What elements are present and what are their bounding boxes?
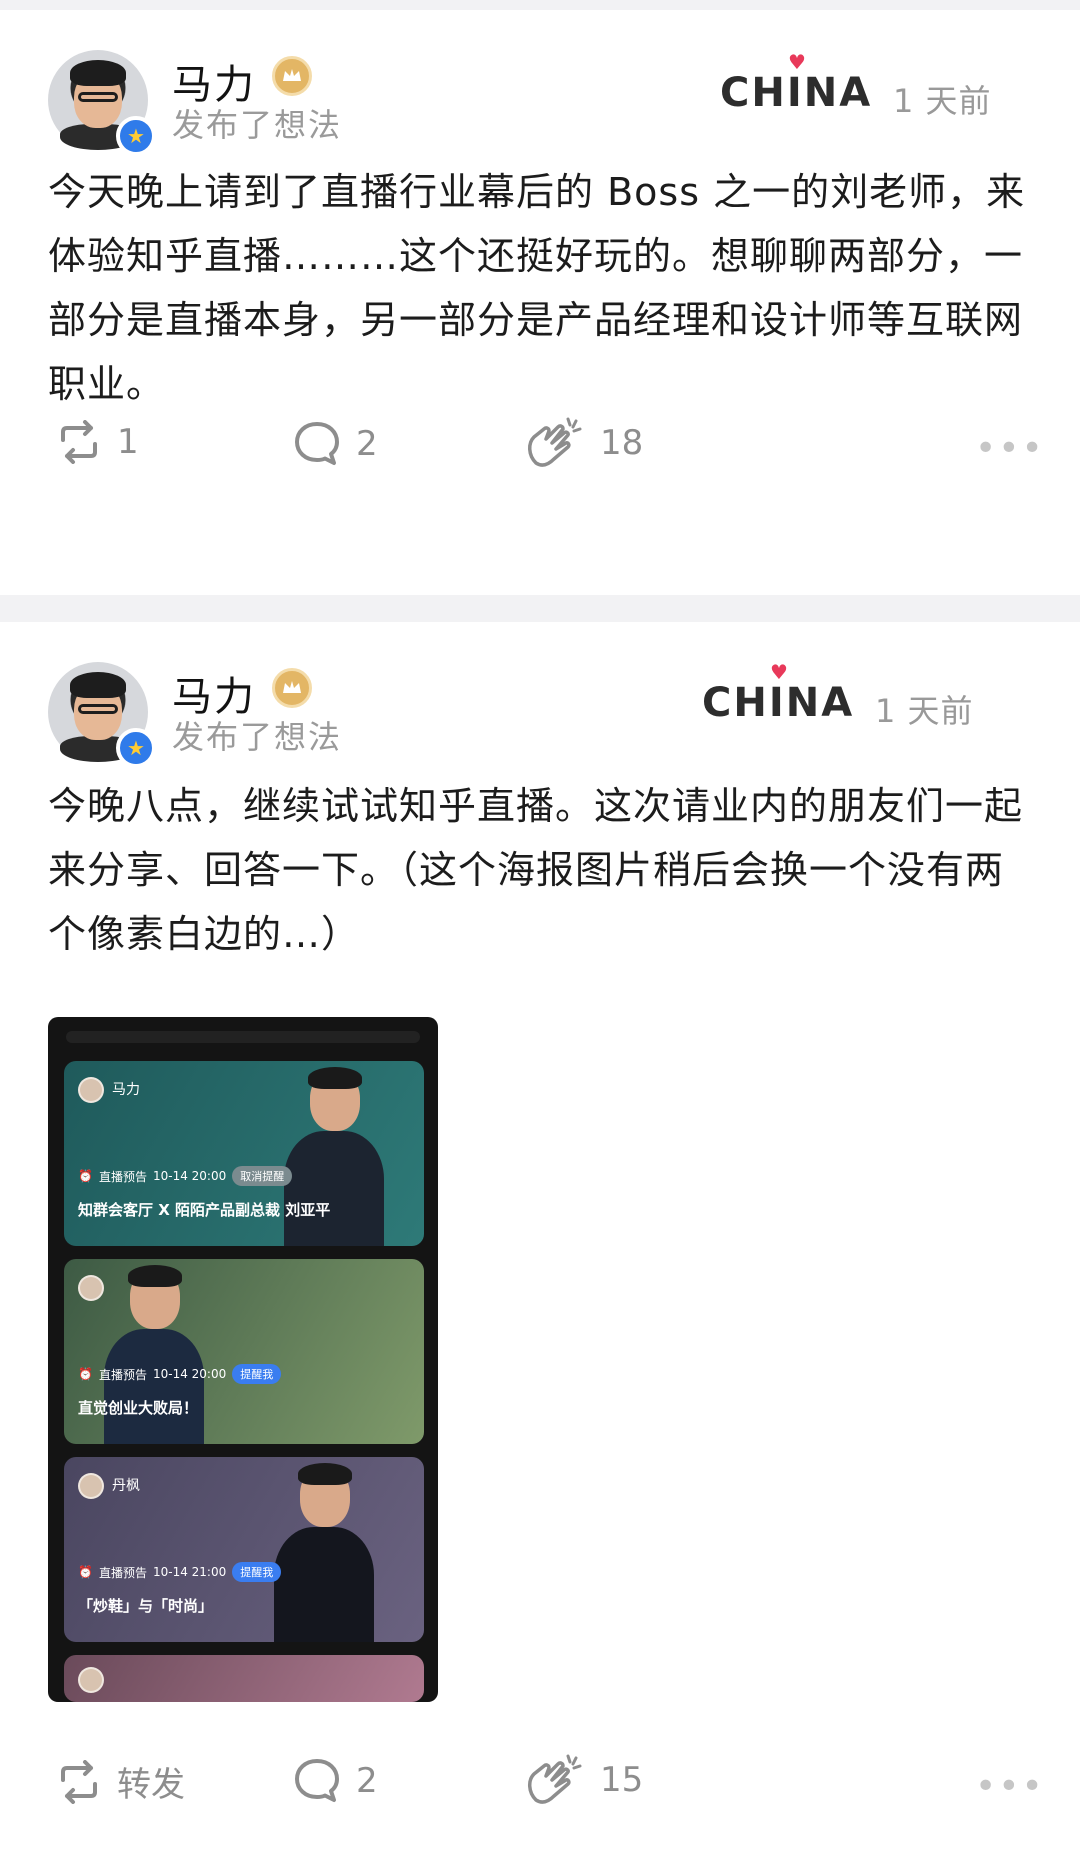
post-divider	[0, 595, 1080, 622]
post-action-label: 发布了想法	[172, 106, 343, 144]
live-datetime: 10-14 20:00	[152, 1169, 227, 1183]
comment-count: 2	[356, 1761, 378, 1801]
repost-icon	[61, 1759, 97, 1804]
post-action-label: 发布了想法	[172, 718, 343, 756]
comment-button[interactable]: 2	[292, 1757, 378, 1805]
host-avatar	[78, 1077, 104, 1103]
heart-icon: ♥	[770, 660, 790, 684]
live-card[interactable]: 丹枫 ⏰ 直播预告 10-14 21:00 提醒我 「炒鞋」与「时尚」	[64, 1457, 424, 1642]
logo-text: CHINA	[720, 70, 873, 116]
live-meta: ⏰ 直播预告 10-14 21:00 提醒我	[78, 1562, 282, 1582]
applause-count: 18	[600, 423, 644, 463]
avatar-glasses	[78, 92, 118, 102]
top-strip	[0, 0, 1080, 10]
host-avatar	[78, 1473, 104, 1499]
live-datetime: 10-14 21:00	[152, 1565, 227, 1579]
live-meta: ⏰ 直播预告 10-14 20:00 取消提醒	[78, 1166, 293, 1186]
live-label: 直播预告	[98, 1169, 147, 1184]
avatar[interactable]: ★	[48, 662, 156, 768]
repost-icon	[61, 420, 97, 464]
avatar-hair	[70, 672, 126, 698]
portrait-body	[284, 1131, 384, 1246]
repost-button[interactable]: 转发	[55, 1757, 185, 1806]
crown-badge-icon	[272, 668, 312, 708]
portrait-body	[274, 1527, 374, 1642]
crown-badge-icon	[272, 56, 312, 96]
avatar-hair	[70, 60, 126, 86]
portrait-hair	[298, 1463, 352, 1485]
live-label: 直播预告	[98, 1565, 147, 1580]
portrait-body	[104, 1329, 204, 1444]
live-poster-image[interactable]: 马力 ⏰ 直播预告 10-14 20:00 取消提醒 知群会客厅 X 陌陌产品副…	[48, 1017, 438, 1702]
live-title: 直觉创业大败局！	[78, 1399, 199, 1417]
live-title: 知群会客厅 X 陌陌产品副总裁 刘亚平	[78, 1201, 331, 1219]
portrait-hair	[128, 1265, 182, 1287]
heart-icon: ♥	[788, 50, 808, 74]
clock-icon: ⏰	[78, 1565, 93, 1579]
repost-button[interactable]: 1	[55, 420, 139, 464]
applause-button[interactable]: 18	[522, 415, 643, 471]
applause-count: 15	[600, 1760, 644, 1800]
more-options-icon[interactable]: •••	[975, 1766, 1045, 1807]
live-datetime: 10-14 20:00	[152, 1367, 227, 1381]
live-card[interactable]: 马力 ⏰ 直播预告 10-14 20:00 取消提醒 知群会客厅 X 陌陌产品副…	[64, 1061, 424, 1246]
reminder-tag[interactable]: 取消提醒	[232, 1166, 293, 1186]
verified-star-icon: ★	[116, 728, 156, 768]
feed-page: ★ 马力 发布了想法 ♥ CHINA 1 天前 今天晚上请到了直播行业幕后的 B…	[0, 0, 1080, 1857]
applause-icon	[528, 1754, 582, 1804]
avatar-glasses	[78, 704, 118, 714]
repost-label: 转发	[117, 1765, 185, 1805]
portrait-hair	[308, 1067, 362, 1089]
post-time: 1 天前	[893, 82, 992, 120]
host-avatar	[78, 1667, 104, 1693]
more-options-icon[interactable]: •••	[975, 428, 1045, 469]
post-card[interactable]: ★ 马力 发布了想法 ♥ CHINA 1 天前 今天晚上请到了直播行业幕后的 B…	[0, 10, 1080, 595]
live-card[interactable]	[64, 1655, 424, 1702]
applause-button[interactable]: 15	[522, 1752, 643, 1808]
verified-star-icon: ★	[116, 116, 156, 156]
logo-text: CHINA	[702, 680, 855, 726]
live-label: 直播预告	[98, 1367, 147, 1382]
comment-button[interactable]: 2	[292, 420, 378, 468]
reminder-tag[interactable]: 提醒我	[232, 1562, 282, 1582]
post-card[interactable]: ★ 马力 发布了想法 ♥ CHINA 1 天前 今晚八点，继续试试知乎直播。这次…	[0, 622, 1080, 1857]
comment-count: 2	[356, 424, 378, 464]
post-time: 1 天前	[875, 692, 974, 730]
host-name: 马力	[112, 1082, 140, 1098]
reminder-tag[interactable]: 提醒我	[232, 1364, 282, 1384]
post-content[interactable]: 今天晚上请到了直播行业幕后的 Boss 之一的刘老师，来体验知乎直播………这个还…	[48, 160, 1038, 416]
china-logo: ♥ CHINA	[720, 50, 873, 116]
applause-icon	[528, 417, 582, 467]
repost-count: 1	[117, 422, 139, 462]
clock-icon: ⏰	[78, 1169, 93, 1183]
host-avatar	[78, 1275, 104, 1301]
poster-notch	[66, 1031, 420, 1043]
host-portrait	[274, 1463, 374, 1642]
comment-icon	[295, 422, 339, 465]
post-content[interactable]: 今晚八点，继续试试知乎直播。这次请业内的朋友们一起来分享、回答一下。（这个海报图…	[48, 774, 1038, 966]
china-logo: ♥ CHINA	[702, 660, 855, 726]
clock-icon: ⏰	[78, 1367, 93, 1381]
comment-icon	[295, 1759, 339, 1802]
avatar[interactable]: ★	[48, 50, 156, 156]
host-name: 丹枫	[112, 1478, 140, 1494]
live-meta: ⏰ 直播预告 10-14 20:00 提醒我	[78, 1364, 282, 1384]
live-card[interactable]: ⏰ 直播预告 10-14 20:00 提醒我 直觉创业大败局！	[64, 1259, 424, 1444]
live-title: 「炒鞋」与「时尚」	[78, 1597, 214, 1615]
